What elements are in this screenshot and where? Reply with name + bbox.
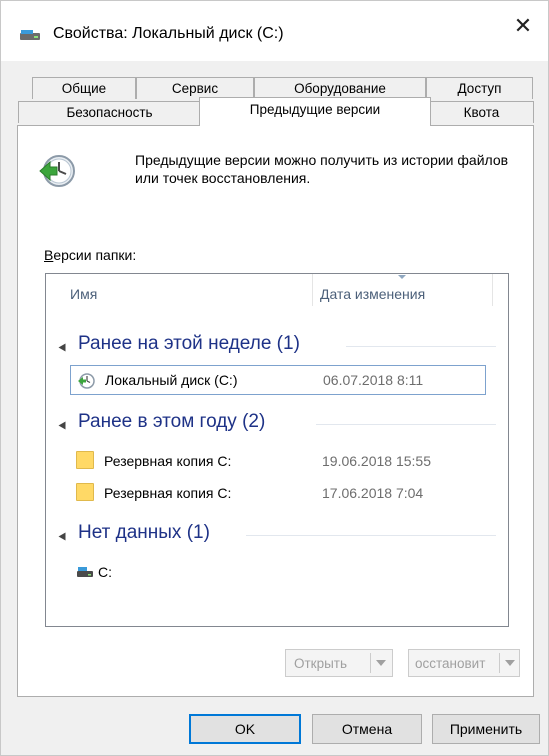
sort-arrow-icon	[398, 275, 406, 279]
item-name: Резервная копия C:	[104, 485, 232, 501]
item-name: Локальный диск (C:)	[105, 372, 238, 388]
chevron-down-icon[interactable]	[376, 660, 386, 666]
group-header[interactable]: Нет данных (1)	[58, 522, 210, 544]
restore-point-icon	[78, 373, 95, 389]
properties-dialog: Свойства: Локальный диск (C:) ✕ Общие Се…	[0, 0, 549, 756]
tab-quota[interactable]: Квота	[429, 101, 534, 123]
item-date: 06.07.2018 8:11	[323, 372, 424, 388]
group-title: Нет данных (1)	[78, 522, 210, 543]
tab-sharing[interactable]: Доступ	[426, 77, 533, 99]
tab-general[interactable]: Общие	[32, 77, 136, 99]
chevron-down-icon[interactable]	[505, 660, 515, 666]
list-item[interactable]: Резервная копия C: 17.06.2018 7:04	[70, 479, 486, 509]
info-text: Предыдущие версии можно получить из исто…	[135, 152, 509, 186]
group-title: Ранее на этой неделе (1)	[78, 333, 300, 354]
group-divider	[346, 346, 496, 347]
versions-list[interactable]: Имя Дата изменения Ранее на этой неделе …	[45, 273, 509, 627]
group-header[interactable]: Ранее на этой неделе (1)	[58, 333, 300, 355]
title-bar[interactable]: Свойства: Локальный диск (C:) ✕	[1, 1, 548, 61]
item-name: C:	[98, 564, 112, 580]
item-date: 19.06.2018 15:55	[322, 453, 431, 469]
split-divider	[370, 653, 371, 673]
window-title: Свойства: Локальный диск (C:)	[53, 25, 284, 42]
item-name: Резервная копия C:	[104, 453, 232, 469]
restore-button-label: осстановит	[415, 656, 486, 671]
column-header-name[interactable]: Имя	[70, 286, 97, 302]
ok-button[interactable]: OK	[189, 714, 301, 744]
group-divider	[316, 424, 496, 425]
apply-button[interactable]: Применить	[432, 714, 540, 744]
tab-tools[interactable]: Сервис	[136, 77, 254, 99]
column-header-date[interactable]: Дата изменения	[320, 286, 425, 302]
drive-icon	[20, 30, 40, 40]
split-divider	[499, 653, 500, 673]
column-separator[interactable]	[312, 274, 313, 306]
folder-versions-label: Версии папки:	[44, 247, 136, 263]
collapse-triangle-icon[interactable]	[58, 421, 66, 430]
group-title: Ранее в этом году (2)	[78, 411, 266, 432]
group-divider	[246, 535, 496, 536]
tab-hardware[interactable]: Оборудование	[254, 77, 426, 99]
versions-label-text: ерсии папки:	[53, 247, 137, 263]
open-button[interactable]: Открыть	[285, 649, 393, 677]
restore-button[interactable]: осстановит	[408, 649, 520, 677]
folder-icon	[76, 483, 94, 501]
close-button[interactable]: ✕	[506, 11, 540, 41]
versions-label-access-key: В	[44, 247, 54, 263]
tab-previous-versions[interactable]: Предыдущие версии	[199, 97, 431, 126]
tab-security[interactable]: Безопасность	[18, 101, 201, 123]
list-item[interactable]: Локальный диск (C:) 06.07.2018 8:11	[70, 365, 486, 395]
list-item[interactable]: Резервная копия C: 19.06.2018 15:55	[70, 447, 486, 477]
item-date: 17.06.2018 7:04	[322, 485, 424, 501]
folder-icon	[76, 451, 94, 469]
cancel-button[interactable]: Отмена	[312, 714, 422, 744]
list-item[interactable]: C:	[70, 558, 486, 588]
collapse-triangle-icon[interactable]	[58, 343, 66, 352]
group-header[interactable]: Ранее в этом году (2)	[58, 411, 265, 433]
collapse-triangle-icon[interactable]	[58, 532, 66, 541]
restore-clock-icon	[39, 155, 75, 187]
column-separator[interactable]	[492, 274, 493, 306]
drive-icon	[77, 567, 93, 577]
open-button-label: Открыть	[294, 656, 348, 671]
